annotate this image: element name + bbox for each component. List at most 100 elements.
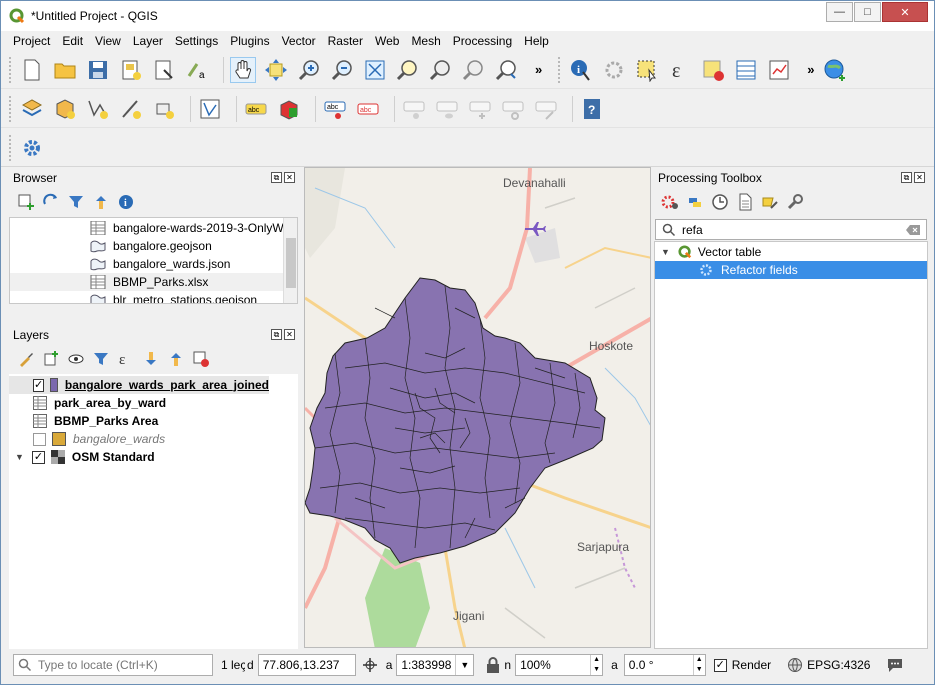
edit-features-in-place-button[interactable] xyxy=(761,193,779,211)
collapse-all-button[interactable] xyxy=(92,193,110,211)
layer-labeling-button[interactable]: abc xyxy=(322,96,348,122)
zoom-to-selection-button[interactable] xyxy=(395,57,421,83)
toolbar-overflow-button[interactable]: » xyxy=(807,62,814,77)
menu-project[interactable]: Project xyxy=(13,34,50,48)
layer-row[interactable]: ✓ bangalore_wards_park_area_joined xyxy=(9,376,269,394)
filter-by-expression-button[interactable]: ε xyxy=(117,350,135,368)
results-viewer-button[interactable] xyxy=(736,193,754,211)
menu-raster[interactable]: Raster xyxy=(328,34,363,48)
processing-options-button[interactable] xyxy=(786,193,804,211)
zoom-full-button[interactable] xyxy=(362,57,388,83)
expand-all-button[interactable] xyxy=(142,350,160,368)
open-project-button[interactable] xyxy=(52,57,78,83)
vertex-editor-button[interactable] xyxy=(197,96,223,122)
processing-search-box[interactable]: refa xyxy=(655,219,927,240)
menu-vector[interactable]: Vector xyxy=(282,34,316,48)
processing-close-button[interactable]: ✕ xyxy=(914,172,925,183)
browser-item[interactable]: bangalore_wards.json xyxy=(90,255,230,273)
new-geopackage-layer-button[interactable] xyxy=(52,96,78,122)
add-group-button[interactable] xyxy=(42,350,60,368)
highlight-labels-button[interactable]: abc xyxy=(355,96,381,122)
menu-view[interactable]: View xyxy=(95,34,121,48)
layer-row[interactable]: bangalore_wards xyxy=(9,430,165,448)
lock-icon[interactable] xyxy=(486,657,500,673)
locator-input[interactable]: Type to locate (Ctrl+K) xyxy=(38,658,158,672)
spinner-arrows-icon[interactable]: ▲ ▼ xyxy=(692,655,705,675)
layer-row[interactable]: park_area_by_ward xyxy=(9,394,166,412)
toolbar-grip[interactable] xyxy=(9,95,13,122)
browser-scrollbar[interactable] xyxy=(283,218,297,303)
data-source-manager-button[interactable] xyxy=(19,96,45,122)
pan-to-selection-button[interactable] xyxy=(263,57,289,83)
menu-settings[interactable]: Settings xyxy=(175,34,218,48)
pan-map-button[interactable] xyxy=(230,56,256,83)
layer-row[interactable]: ▼ ✓ OSM Standard xyxy=(9,448,155,466)
expand-arrow-icon[interactable]: ▼ xyxy=(661,247,670,257)
models-button[interactable] xyxy=(661,193,679,211)
toolbar-grip[interactable] xyxy=(9,56,13,83)
filter-browser-button[interactable] xyxy=(67,193,85,211)
label-toolbar-button[interactable]: abc xyxy=(243,96,269,122)
refresh-button[interactable] xyxy=(42,193,60,211)
web-plugin-button[interactable] xyxy=(822,57,848,83)
polygon-symbol-swatch[interactable] xyxy=(50,378,58,392)
toolbar-grip[interactable] xyxy=(558,56,562,83)
deselect-all-button[interactable] xyxy=(700,57,726,83)
statistics-button[interactable] xyxy=(766,57,792,83)
add-layer-button[interactable] xyxy=(17,193,35,211)
map-canvas[interactable]: Devanahalli Hoskote Sarjapura Jigani xyxy=(304,167,651,648)
open-attribute-table-button[interactable] xyxy=(733,57,759,83)
digitize-polygon-button[interactable] xyxy=(151,96,177,122)
browser-scrollbar-thumb[interactable] xyxy=(286,238,296,288)
zoom-to-layer-button[interactable] xyxy=(428,57,454,83)
layers-close-button[interactable]: ✕ xyxy=(284,329,295,340)
history-button[interactable] xyxy=(711,193,729,211)
style-manager-button[interactable]: a xyxy=(184,57,210,83)
remove-layer-button[interactable] xyxy=(192,350,210,368)
manage-visibility-button[interactable] xyxy=(67,350,85,368)
browser-properties-button[interactable]: i xyxy=(117,193,135,211)
layers-tree[interactable]: ✓ bangalore_wards_park_area_joined park_… xyxy=(9,374,298,649)
collapse-all-layers-button[interactable] xyxy=(167,350,185,368)
digitize-line-button[interactable] xyxy=(118,96,144,122)
browser-tree[interactable]: bangalore-wards-2019-3-OnlyW bangalore.g… xyxy=(9,217,298,304)
menu-layer[interactable]: Layer xyxy=(133,34,163,48)
filter-legend-button[interactable] xyxy=(92,350,110,368)
scripts-button[interactable] xyxy=(686,193,704,211)
new-print-layout-button[interactable] xyxy=(118,57,144,83)
layer-visibility-checkbox[interactable] xyxy=(33,432,46,446)
zoom-last-button[interactable] xyxy=(494,57,520,83)
select-by-expression-button[interactable]: ε xyxy=(667,57,693,83)
crs-globe-icon[interactable] xyxy=(787,657,803,673)
diagram-button[interactable] xyxy=(276,96,302,122)
digitize-vertex-button[interactable] xyxy=(85,96,111,122)
render-checkbox[interactable]: ✓ xyxy=(713,658,727,672)
zoom-out-button[interactable] xyxy=(329,57,355,83)
browser-close-button[interactable]: ✕ xyxy=(284,172,295,183)
help-button[interactable]: ? xyxy=(579,96,605,122)
spinner-arrows-icon[interactable]: ▲ ▼ xyxy=(590,655,602,675)
search-input[interactable]: refa xyxy=(682,223,703,237)
menu-processing[interactable]: Processing xyxy=(453,34,512,48)
show-hide-labels-button[interactable] xyxy=(434,96,460,122)
processing-tree[interactable]: ▼ Vector table Refactor fields xyxy=(654,241,928,649)
processing-toolbox-button[interactable] xyxy=(19,135,45,161)
layer-row[interactable]: BBMP_Parks Area xyxy=(9,412,158,430)
toolbar-overflow-button[interactable]: » xyxy=(535,62,542,77)
maximize-button[interactable]: □ xyxy=(854,2,881,22)
algorithm-group[interactable]: ▼ Vector table xyxy=(655,243,761,261)
scale-combobox[interactable]: 1:383998 ▼ xyxy=(396,654,475,676)
change-label-button[interactable] xyxy=(533,96,559,122)
close-button[interactable]: ✕ xyxy=(882,2,928,22)
menu-edit[interactable]: Edit xyxy=(62,34,83,48)
layers-float-button[interactable]: ⧉ xyxy=(271,329,282,340)
algorithm-item-refactor-fields[interactable]: Refactor fields xyxy=(655,261,927,279)
expand-arrow-icon[interactable]: ▼ xyxy=(15,452,24,462)
clear-search-icon[interactable] xyxy=(906,224,920,235)
minimize-button[interactable]: — xyxy=(826,2,853,22)
browser-item[interactable]: BBMP_Parks.xlsx xyxy=(10,273,283,291)
run-action-button[interactable] xyxy=(601,57,627,83)
menu-mesh[interactable]: Mesh xyxy=(411,34,440,48)
new-project-button[interactable] xyxy=(19,57,45,83)
menu-help[interactable]: Help xyxy=(524,34,549,48)
